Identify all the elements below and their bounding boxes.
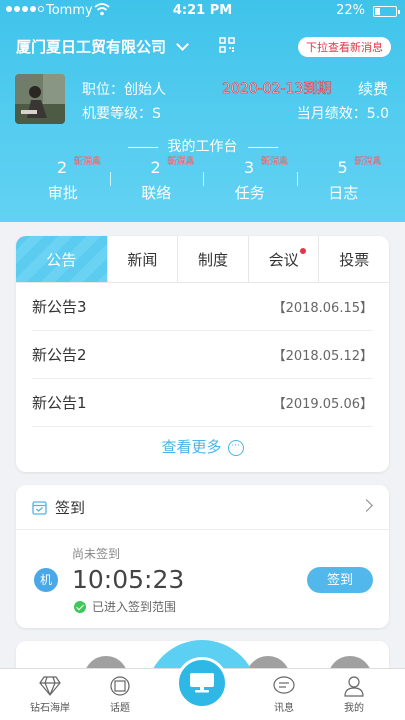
renew-link[interactable]: 续费 bbox=[358, 78, 388, 99]
diamond-icon bbox=[39, 676, 61, 696]
status-bar: Tommy 4:21 PM 22% bbox=[0, 0, 405, 22]
stat-log[interactable]: 5 新消息 日志 bbox=[296, 157, 391, 204]
news-title: 新公告1 bbox=[32, 394, 87, 412]
stat-approval[interactable]: 2 新消息 审批 bbox=[16, 157, 110, 204]
chevron-right-icon bbox=[360, 499, 373, 512]
tab-meeting[interactable]: 会议 bbox=[247, 236, 319, 282]
company-selector[interactable]: 厦门夏日工贸有限公司 bbox=[16, 36, 189, 57]
new-message-badge: 新消息 bbox=[261, 157, 289, 167]
avatar[interactable] bbox=[15, 74, 65, 124]
news-card: 公告 新闻 制度 会议 投票 新公告3 【2018.06.15】 新公告2 【2… bbox=[16, 236, 389, 472]
chevron-down-icon bbox=[176, 38, 189, 51]
new-message-badge: 新消息 bbox=[74, 157, 102, 167]
more-dots-icon: ··· bbox=[227, 439, 244, 456]
view-more-link[interactable]: 查看更多 ··· bbox=[16, 436, 389, 457]
security-level-label: 机要等级：S bbox=[82, 106, 161, 122]
news-title: 新公告3 bbox=[32, 298, 87, 316]
new-message-badge: 新消息 bbox=[354, 157, 382, 167]
stat-label: 联络 bbox=[141, 184, 172, 202]
chat-bubble-icon bbox=[273, 676, 295, 694]
list-item[interactable]: 新公告2 【2018.05.12】 bbox=[32, 331, 373, 379]
news-tabs: 公告 新闻 制度 会议 投票 bbox=[16, 236, 389, 283]
stat-label: 日志 bbox=[328, 184, 359, 202]
list-item[interactable]: 新公告1 【2019.05.06】 bbox=[32, 379, 373, 427]
expiry-date: 2020-02-13到期 bbox=[222, 81, 332, 98]
stat-label: 审批 bbox=[47, 184, 78, 202]
pull-for-new-messages-badge: 下拉查看新消息 bbox=[298, 37, 391, 57]
stat-label: 任务 bbox=[234, 184, 265, 202]
checkin-button[interactable]: 签到 bbox=[307, 567, 373, 593]
workbench-title: 我的工作台 bbox=[0, 136, 405, 156]
tab-news[interactable]: 新闻 bbox=[106, 236, 178, 282]
range-status: 已进入签到范围 bbox=[74, 598, 176, 615]
stat-task[interactable]: 3 新消息 任务 bbox=[203, 157, 297, 204]
monthly-performance: 当月绩效：5.0 bbox=[296, 106, 389, 122]
calendar-icon bbox=[32, 500, 47, 515]
list-item[interactable]: 新公告3 【2018.06.15】 bbox=[32, 283, 373, 331]
new-message-badge: 新消息 bbox=[167, 157, 195, 167]
user-icon bbox=[344, 676, 364, 697]
position-label: 职位：创始人 bbox=[82, 82, 166, 98]
tab-announcement[interactable]: 公告 bbox=[16, 236, 107, 282]
monitor-icon bbox=[190, 673, 214, 693]
machine-badge: 机 bbox=[34, 568, 58, 592]
tab-messages[interactable]: 讯息 bbox=[254, 675, 314, 714]
company-name: 厦门夏日工贸有限公司 bbox=[16, 38, 167, 56]
checkin-title: 签到 bbox=[55, 498, 86, 517]
tab-diamond-coast[interactable]: 钻石海岸 bbox=[20, 675, 80, 714]
workbench-center-button[interactable] bbox=[176, 657, 228, 709]
tab-policy[interactable]: 制度 bbox=[177, 236, 248, 282]
workbench-stats: 2 新消息 审批 2 新消息 联络 3 新消息 任务 5 新消息 日志 bbox=[16, 157, 391, 204]
checkin-card: 签到 机 尚未签到 10:05:23 已进入签到范围 签到 bbox=[16, 485, 389, 628]
qr-code-icon[interactable] bbox=[219, 37, 235, 53]
tab-vote[interactable]: 投票 bbox=[318, 236, 389, 282]
unread-dot-icon bbox=[300, 248, 307, 254]
battery-percent: 22% bbox=[336, 3, 365, 18]
check-circle-icon bbox=[74, 600, 86, 613]
header: Tommy 4:21 PM 22% 厦门夏日工贸有限公司 下拉查看新消息 职位：… bbox=[0, 0, 405, 222]
news-date: 【2018.06.15】 bbox=[272, 301, 373, 316]
stat-contact[interactable]: 2 新消息 联络 bbox=[109, 157, 204, 204]
checkin-status: 尚未签到 bbox=[72, 547, 121, 561]
tab-profile[interactable]: 我的 bbox=[324, 675, 384, 714]
checkin-header[interactable]: 签到 bbox=[16, 485, 389, 530]
tab-topics[interactable]: 话题 bbox=[90, 675, 150, 714]
topic-icon bbox=[110, 676, 130, 696]
tab-label: 会议 bbox=[268, 250, 299, 269]
current-time: 10:05:23 bbox=[72, 565, 185, 594]
battery-icon bbox=[373, 6, 400, 17]
news-date: 【2019.05.06】 bbox=[272, 397, 373, 412]
news-date: 【2018.05.12】 bbox=[272, 349, 373, 364]
news-title: 新公告2 bbox=[32, 346, 87, 364]
